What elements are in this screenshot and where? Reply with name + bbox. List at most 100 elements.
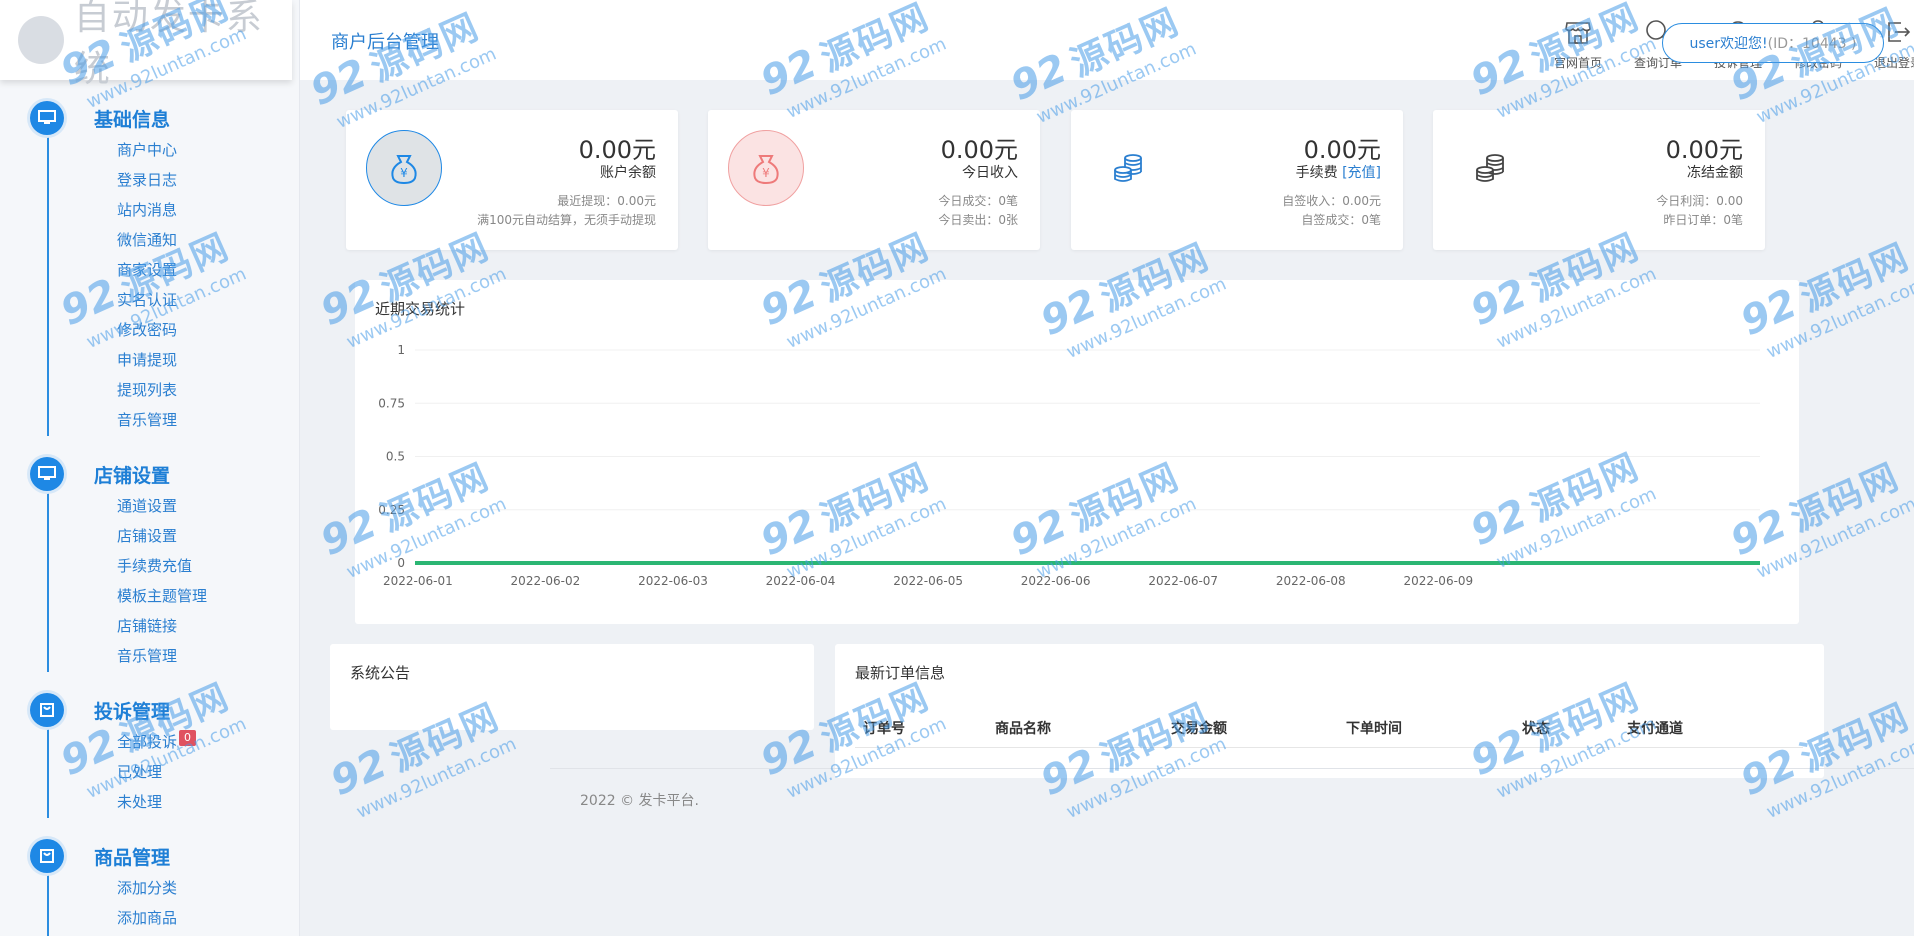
sidebar-item-fee-recharge[interactable]: 手续费充值 bbox=[0, 551, 299, 581]
sidebar-item-theme[interactable]: 模板主题管理 bbox=[0, 581, 299, 611]
x-tick-label: 2022-06-07 bbox=[1148, 574, 1218, 588]
money-bag-icon: ¥ bbox=[728, 130, 804, 206]
stat-card-today-income: ¥ 0.00元 今日收入 今日成交：0笔 今日卖出：0张 bbox=[708, 110, 1040, 250]
column-header-product[interactable]: 商品名称 bbox=[995, 716, 1171, 747]
count-badge: 0 bbox=[179, 730, 197, 746]
sidebar-item-music[interactable]: 音乐管理 bbox=[0, 641, 299, 671]
sidebar-item-merchant-settings[interactable]: 商家设置 bbox=[0, 255, 299, 285]
user-id: (ID：10443 ) bbox=[1767, 36, 1857, 52]
chart-panel: 近期交易统计 0 0.25 0.5 0.75 1 2022-06-01 2022-06-02… bbox=[355, 280, 1799, 624]
nav-section-head[interactable]: 店铺设置 bbox=[0, 454, 299, 494]
y-tick-label: 1 bbox=[397, 343, 405, 357]
column-header-order-no[interactable]: 订单号 bbox=[855, 716, 995, 747]
svg-text:¥: ¥ bbox=[400, 166, 408, 180]
sidebar-item-shop-link[interactable]: 店铺链接 bbox=[0, 611, 299, 641]
sidebar: 自动发卡系统 基础信息 商户中心 登录日志 站内消息 微信通知 商家设置 实名认… bbox=[0, 0, 300, 936]
column-header-amount[interactable]: 交易金额 bbox=[1171, 716, 1346, 747]
sidebar-item-shop-settings[interactable]: 店铺设置 bbox=[0, 521, 299, 551]
watermark-number: 92 bbox=[324, 740, 394, 806]
nav-section-head[interactable]: 投诉管理 bbox=[0, 690, 299, 730]
sidebar-item-wechat-notify[interactable]: 微信通知 bbox=[0, 225, 299, 255]
fee-amount: 0.00元 bbox=[1303, 136, 1381, 164]
fee-details: 自签收入：0.00元 自签成交：0笔 bbox=[1282, 192, 1381, 230]
user-menu-button[interactable]: user欢迎您! (ID：10443 ) bbox=[1662, 23, 1884, 63]
x-tick-label: 2022-06-03 bbox=[638, 574, 708, 588]
x-tick-label: 2022-06-05 bbox=[893, 574, 963, 588]
line-chart: 0 0.25 0.5 0.75 1 2022-06-01 2022-06-02 2022-06… bbox=[378, 343, 1760, 588]
tool-label: 官网首页 bbox=[1553, 56, 1602, 70]
bag-icon bbox=[30, 693, 64, 727]
recharge-link[interactable]: [充值] bbox=[1342, 165, 1381, 181]
x-tick-label: 2022-06-02 bbox=[511, 574, 581, 588]
footer-copyright: 2022 © 发卡平台. bbox=[580, 793, 699, 809]
sidebar-item-all-complaints[interactable]: 全部投诉 0 bbox=[0, 727, 299, 757]
orders-table-header: 订单号 商品名称 交易金额 下单时间 状态 支付通道 bbox=[855, 716, 1803, 748]
fee-label: 手续费 [充值] bbox=[1296, 162, 1381, 182]
home-button[interactable]: 官网首页 bbox=[1538, 14, 1618, 71]
today-income-label: 今日收入 bbox=[962, 165, 1018, 181]
nav-section-products: 商品管理 添加分类 添加商品 bbox=[0, 836, 299, 933]
svg-text:¥: ¥ bbox=[762, 166, 770, 180]
sidebar-item-merchant-center[interactable]: 商户中心 bbox=[0, 135, 299, 165]
self-sign-deals: 自签成交：0笔 bbox=[1301, 213, 1381, 227]
y-tick-label: 0.75 bbox=[378, 396, 405, 410]
auto-settle-note: 满100元自动结算，无须手动提现 bbox=[477, 213, 656, 227]
sidebar-item-site-messages[interactable]: 站内消息 bbox=[0, 195, 299, 225]
sidebar-item-change-password[interactable]: 修改密码 bbox=[0, 315, 299, 345]
x-tick-label: 2022-06-01 bbox=[383, 574, 453, 588]
nav-section-title: 店铺设置 bbox=[94, 464, 171, 487]
sidebar-item-login-log[interactable]: 登录日志 bbox=[0, 165, 299, 195]
sidebar-item-add-category[interactable]: 添加分类 bbox=[0, 873, 299, 903]
recent-withdraw: 最近提现：0.00元 bbox=[557, 194, 656, 208]
watermark-name: 源码网 bbox=[1784, 456, 1906, 541]
orders-panel: 最新订单信息 订单号 商品名称 交易金额 下单时间 状态 支付通道 bbox=[835, 644, 1824, 778]
sidebar-item-processed[interactable]: 已处理 bbox=[0, 757, 299, 787]
store-icon bbox=[1538, 14, 1618, 50]
x-tick-label: 2022-06-08 bbox=[1276, 574, 1346, 588]
nav-section-head[interactable]: 基础信息 bbox=[0, 98, 299, 138]
logo-text: 自动发卡系统 bbox=[73, 0, 264, 90]
watermark-url: www.92luntan.com bbox=[353, 733, 520, 823]
today-sold: 今日卖出：0张 bbox=[938, 213, 1018, 227]
balance-label: 账户余额 bbox=[600, 165, 656, 181]
y-tick-label: 0.25 bbox=[378, 503, 405, 517]
column-header-status[interactable]: 状态 bbox=[1522, 716, 1627, 747]
today-income-details: 今日成交：0笔 今日卖出：0张 bbox=[938, 192, 1018, 230]
fee-label-text: 手续费 bbox=[1295, 165, 1338, 181]
nav-section-title: 基础信息 bbox=[94, 108, 171, 131]
balance-amount: 0.00元 bbox=[578, 136, 656, 164]
nav-section-title: 商品管理 bbox=[94, 846, 171, 869]
frozen-details: 今日利润：0.00 昨日订单：0笔 bbox=[1656, 192, 1743, 230]
stat-card-frozen: 0.00元 冻结金额 今日利润：0.00 昨日订单：0笔 bbox=[1433, 110, 1765, 250]
x-tick-label: 2022-06-06 bbox=[1021, 574, 1091, 588]
balance-details: 最近提现：0.00元 满100元自动结算，无须手动提现 bbox=[477, 192, 656, 230]
column-header-order-time[interactable]: 下单时间 bbox=[1346, 716, 1522, 747]
notice-title: 系统公告 bbox=[350, 664, 411, 682]
frozen-label: 冻结金额 bbox=[1687, 165, 1743, 181]
sidebar-item-withdraw-apply[interactable]: 申请提现 bbox=[0, 345, 299, 375]
sidebar-item-add-product[interactable]: 添加商品 bbox=[0, 903, 299, 933]
today-income-amount: 0.00元 bbox=[940, 136, 1018, 164]
coins-icon bbox=[1091, 130, 1167, 206]
nav-section-complaints: 投诉管理 全部投诉 0 已处理 未处理 bbox=[0, 690, 299, 817]
sidebar-item-unprocessed[interactable]: 未处理 bbox=[0, 787, 299, 817]
nav-section-head[interactable]: 商品管理 bbox=[0, 836, 299, 876]
y-tick-label: 0.5 bbox=[386, 450, 405, 464]
sidebar-item-withdraw-list[interactable]: 提现列表 bbox=[0, 375, 299, 405]
watermark-number: 92 bbox=[754, 720, 824, 786]
money-bag-icon: ¥ bbox=[366, 130, 442, 206]
sidebar-item-music[interactable]: 音乐管理 bbox=[0, 405, 299, 435]
user-greeting: user欢迎您! bbox=[1689, 36, 1768, 52]
column-header-payment[interactable]: 支付通道 bbox=[1627, 716, 1787, 747]
y-tick-label: 0 bbox=[397, 556, 405, 570]
sidebar-item-label: 全部投诉 bbox=[117, 733, 178, 751]
orders-title: 最新订单信息 bbox=[855, 664, 946, 682]
logo-icon bbox=[18, 16, 64, 64]
coins-icon bbox=[1453, 130, 1529, 206]
x-tick-label: 2022-06-09 bbox=[1403, 574, 1473, 588]
x-tick-label: 2022-06-04 bbox=[766, 574, 836, 588]
logo-area[interactable]: 自动发卡系统 bbox=[0, 0, 292, 90]
sidebar-item-channel-settings[interactable]: 通道设置 bbox=[0, 491, 299, 521]
stat-card-balance: ¥ 0.00元 账户余额 最近提现：0.00元 满100元自动结算，无须手动提现 bbox=[346, 110, 678, 250]
sidebar-item-real-name[interactable]: 实名认证 bbox=[0, 285, 299, 315]
